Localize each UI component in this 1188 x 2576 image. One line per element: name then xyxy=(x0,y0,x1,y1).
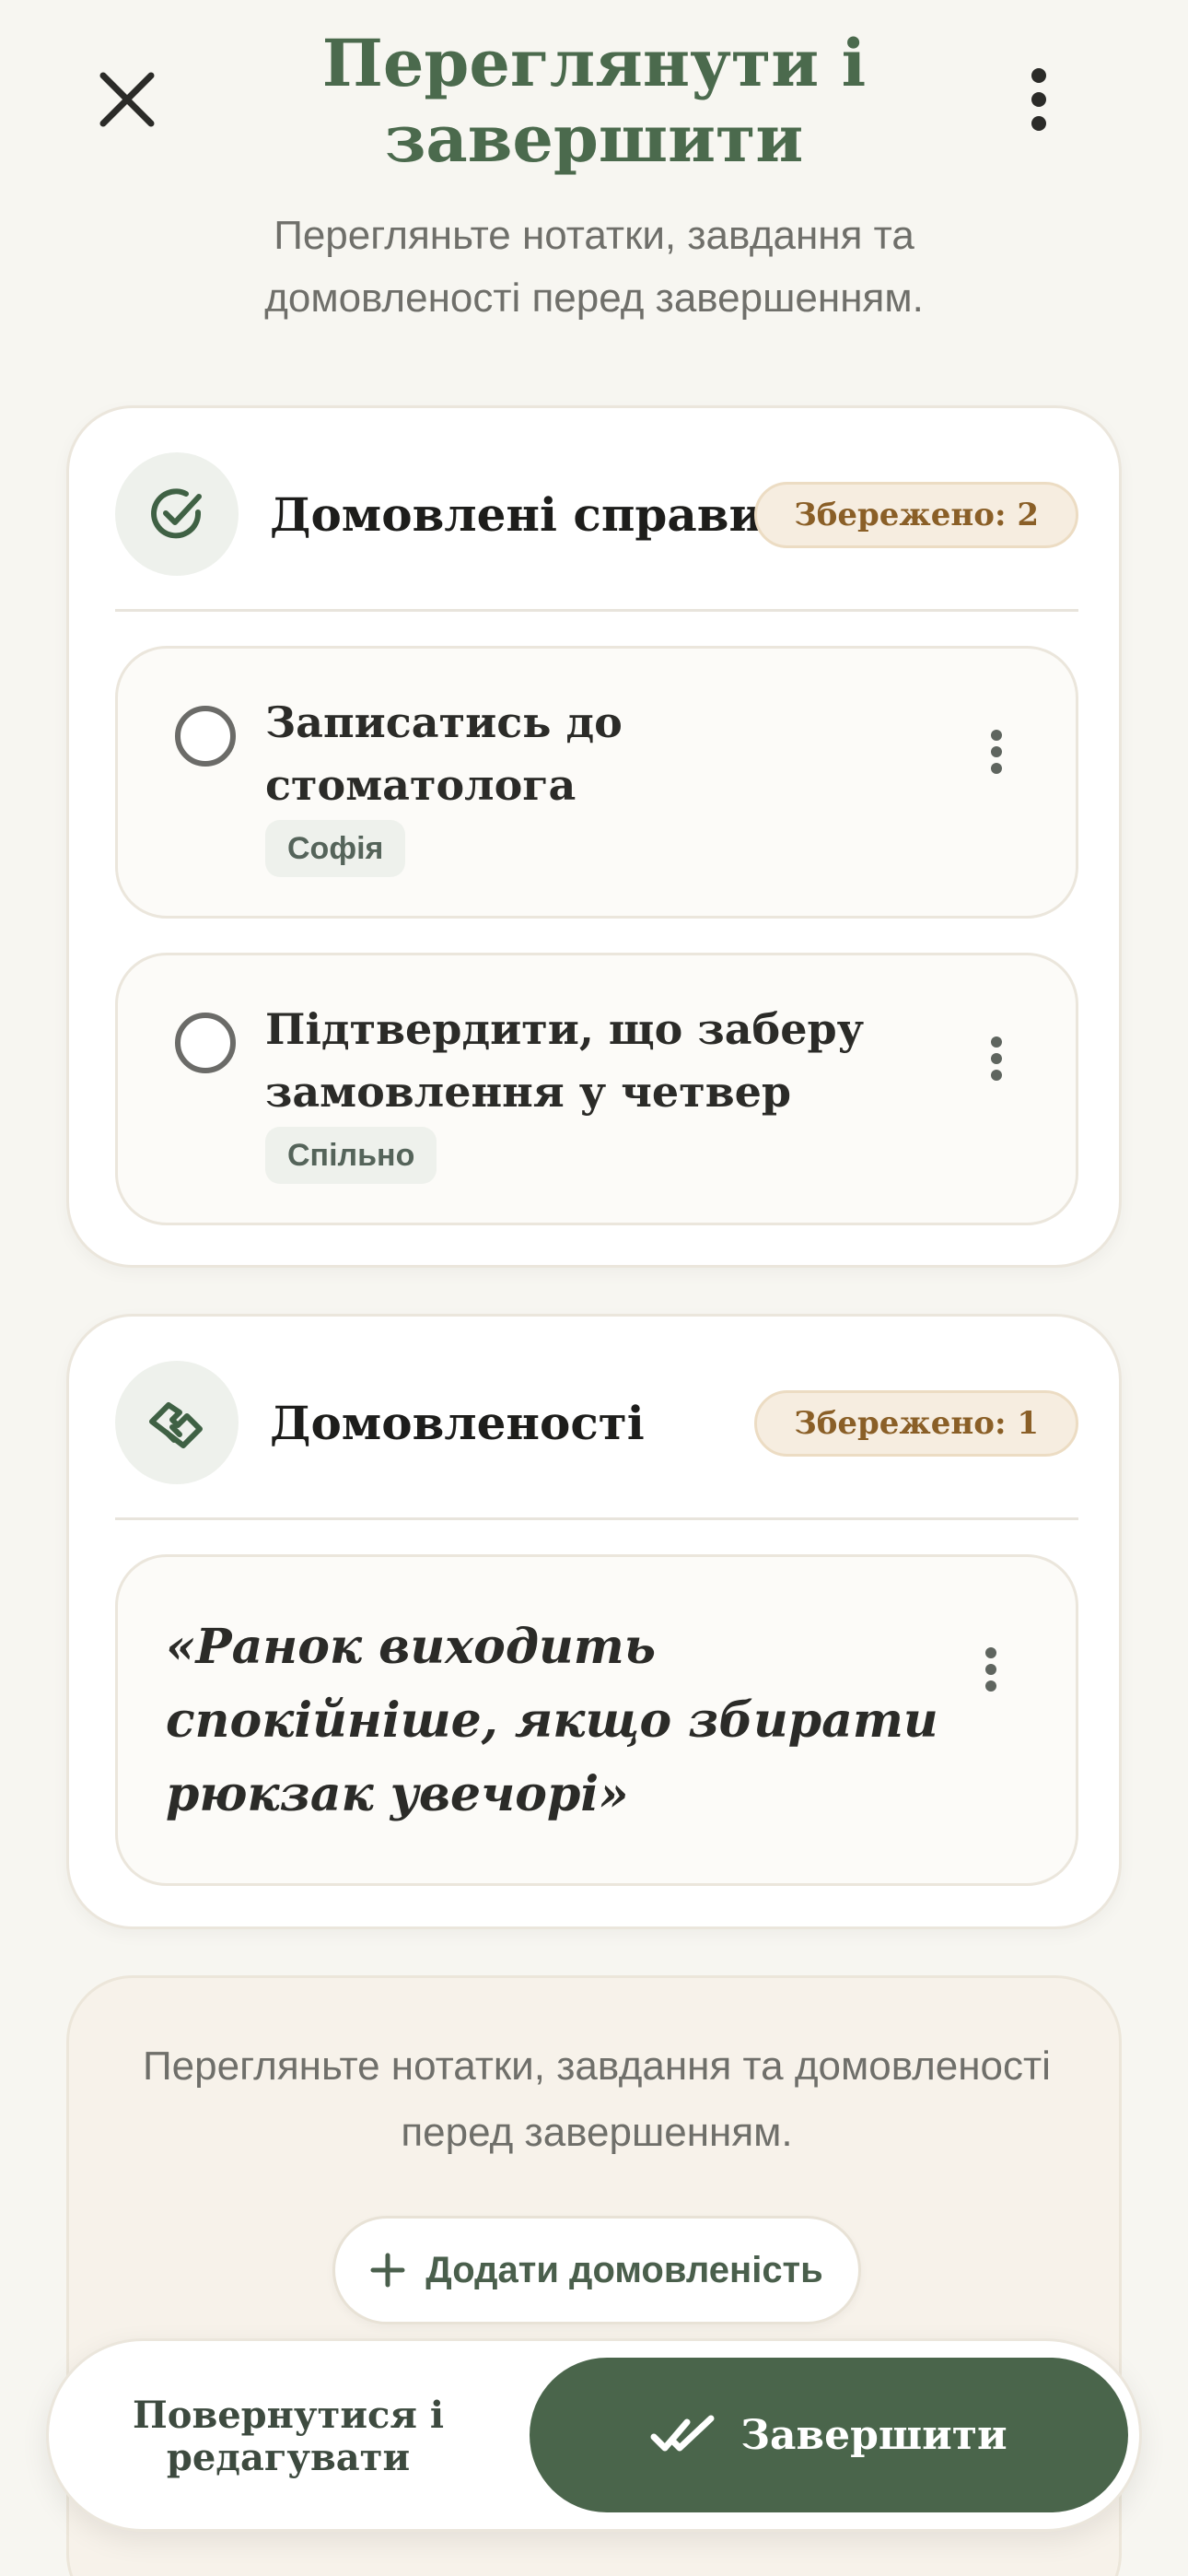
back-and-edit-button[interactable]: Повернутися і редагувати xyxy=(86,2359,491,2514)
agreements-section-title: Домовленості xyxy=(270,1396,645,1450)
add-agreement-button[interactable]: Додати домовленість xyxy=(332,2216,861,2324)
more-vertical-icon xyxy=(991,730,1002,741)
page-subtitle: Перегляньте нотатки, завдання та домовле… xyxy=(264,213,924,321)
todo-title: Записатись до стоматолога xyxy=(265,697,623,810)
todo-title: Підтвердити, що заберу замовлення у четв… xyxy=(265,1004,865,1117)
handshake-icon xyxy=(149,1402,203,1448)
todo-more-button[interactable] xyxy=(976,1029,1017,1088)
double-check-icon xyxy=(650,2415,715,2452)
todo-assignee-tag: Софія xyxy=(265,820,406,877)
add-agreement-label: Додати домовленість xyxy=(425,2249,823,2290)
agreement-more-button[interactable] xyxy=(971,1640,1011,1699)
finish-button[interactable]: Завершити xyxy=(530,2358,1128,2512)
review-and-finish-screen: Переглянути і завершити Перегляньте нота… xyxy=(0,0,1188,2576)
agreements-saved-badge: Збережено: 1 xyxy=(754,1390,1078,1457)
todo-item: Підтвердити, що заберу замовлення у четв… xyxy=(115,953,1078,1225)
todo-more-button[interactable] xyxy=(976,722,1017,781)
todos-divider xyxy=(115,609,1078,612)
agreements-section-header: Домовленості Збережено: 1 xyxy=(115,1361,1078,1486)
agreements-card: Домовленості Збережено: 1 «Ранок виходит… xyxy=(66,1314,1122,1929)
more-vertical-icon xyxy=(1031,68,1046,131)
todos-section-header: Домовлені справи Збережено: 2 xyxy=(115,452,1078,578)
agreement-item: «Ранок виходить спокійніше, якщо збирати… xyxy=(115,1554,1078,1886)
header: Переглянути і завершити Перегляньте нота… xyxy=(0,0,1188,350)
todo-checkbox[interactable] xyxy=(175,1013,236,1073)
close-icon xyxy=(99,72,155,127)
agreements-divider xyxy=(115,1517,1078,1520)
todo-item: Записатись до стоматолога Софія xyxy=(115,646,1078,919)
plus-icon xyxy=(370,2253,405,2288)
agreements-section-icon-wrap xyxy=(115,1361,239,1484)
more-vertical-icon xyxy=(985,1647,996,1658)
todo-checkbox[interactable] xyxy=(175,706,236,767)
page-title: Переглянути і завершити xyxy=(321,25,867,177)
info-text: Перегляньте нотатки, завдання та домовле… xyxy=(143,2043,1051,2155)
close-button[interactable] xyxy=(81,53,173,146)
todo-assignee-tag: Спільно xyxy=(265,1127,437,1184)
finish-button-label: Завершити xyxy=(740,2411,1007,2459)
check-circle-icon xyxy=(151,488,202,539)
agreement-quote: «Ранок виходить спокійніше, якщо збирати… xyxy=(166,1619,938,1822)
todos-section-icon-wrap xyxy=(115,452,239,576)
todos-section-title: Домовлені справи xyxy=(270,487,763,542)
more-options-button[interactable] xyxy=(993,53,1085,146)
todos-saved-badge: Збережено: 2 xyxy=(754,482,1078,548)
todos-card: Домовлені справи Збережено: 2 Записатись… xyxy=(66,405,1122,1268)
more-vertical-icon xyxy=(991,1036,1002,1048)
bottom-action-bar: Повернутися і редагувати Завершити xyxy=(46,2338,1142,2532)
